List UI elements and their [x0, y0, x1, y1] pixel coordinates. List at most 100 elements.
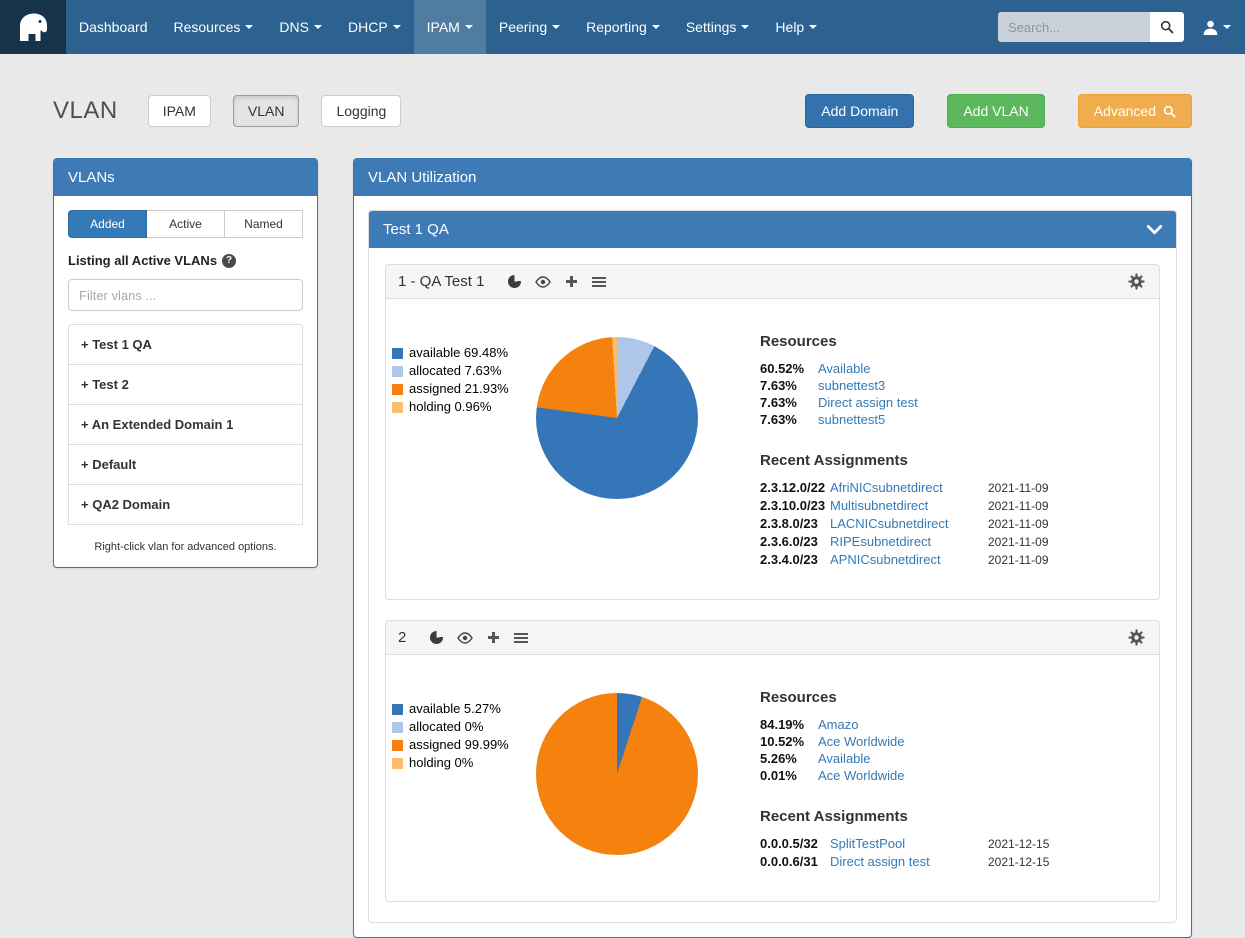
- pie-chart-icon[interactable]: [430, 631, 443, 644]
- assignment-row: 2.3.8.0/23 LACNICsubnetdirect 2021-11-09: [760, 515, 1049, 533]
- caret-down-icon: [314, 25, 322, 29]
- resource-row: 0.01% Ace Worldwide: [760, 767, 1049, 784]
- vlan-view-button[interactable]: Named: [224, 210, 303, 238]
- eye-icon[interactable]: [535, 276, 551, 288]
- view-tab-button[interactable]: VLAN: [233, 95, 300, 127]
- legend-item: available 5.27%: [392, 701, 528, 717]
- resource-row: 60.52% Available: [760, 360, 1049, 377]
- utilization-pie-chart[interactable]: [536, 693, 698, 855]
- assignment-cidr: 2.3.4.0/23: [760, 551, 830, 569]
- vlan-list-item[interactable]: + Default: [68, 444, 303, 485]
- assignment-link[interactable]: Direct assign test: [830, 853, 988, 871]
- resource-link[interactable]: subnettest3: [818, 377, 885, 394]
- legend-label: available 69.48%: [409, 345, 508, 361]
- action-button[interactable]: Add VLAN: [947, 94, 1044, 128]
- resource-link[interactable]: Available: [818, 750, 871, 767]
- assignment-link[interactable]: RIPEsubnetdirect: [830, 533, 988, 551]
- nav-menu-item[interactable]: Resources: [161, 0, 267, 54]
- caret-down-icon: [1223, 25, 1231, 29]
- caret-down-icon: [552, 25, 560, 29]
- legend-item: holding 0.96%: [392, 399, 528, 415]
- vlan-list: + Test 1 QA + Test 2 + An Extended Domai…: [68, 324, 303, 525]
- assignment-link[interactable]: Multisubnetdirect: [830, 497, 988, 515]
- top-navbar: Dashboard Resources DNS DHCP IPAM Peerin…: [0, 0, 1245, 54]
- eye-icon[interactable]: [457, 632, 473, 644]
- legend-item: available 69.48%: [392, 345, 528, 361]
- nav-menu-item[interactable]: DNS: [266, 0, 335, 54]
- nav-menu-item[interactable]: Settings: [673, 0, 763, 54]
- resource-link[interactable]: Direct assign test: [818, 394, 918, 411]
- action-button-label: Advanced: [1094, 103, 1156, 119]
- legend-swatch: [392, 402, 403, 413]
- vlan-list-item[interactable]: + An Extended Domain 1: [68, 404, 303, 445]
- assignment-date: 2021-11-09: [988, 515, 1049, 533]
- assignment-date: 2021-11-09: [988, 497, 1049, 515]
- gear-icon[interactable]: [1128, 273, 1145, 290]
- plus-icon[interactable]: [487, 631, 500, 644]
- nav-menu-item[interactable]: Help: [762, 0, 830, 54]
- action-button[interactable]: Advanced: [1078, 94, 1192, 128]
- nav-menu-item[interactable]: DHCP: [335, 0, 414, 54]
- resource-percent: 84.19%: [760, 716, 818, 733]
- nav-menu-item[interactable]: IPAM: [414, 0, 486, 54]
- user-menu[interactable]: [1202, 19, 1231, 36]
- vlan-list-item[interactable]: + Test 2: [68, 364, 303, 405]
- legend-item: allocated 7.63%: [392, 363, 528, 379]
- page-title: VLAN: [53, 97, 118, 125]
- resource-link[interactable]: Available: [818, 360, 871, 377]
- pie-chart-icon[interactable]: [508, 275, 521, 288]
- utilization-pie-chart[interactable]: [536, 337, 698, 499]
- caret-down-icon: [652, 25, 660, 29]
- resource-row: 7.63% Direct assign test: [760, 394, 1049, 411]
- resource-row: 7.63% subnettest3: [760, 377, 1049, 394]
- legend-item: allocated 0%: [392, 719, 528, 735]
- vlan-list-item[interactable]: + Test 1 QA: [68, 324, 303, 365]
- caret-down-icon: [465, 25, 473, 29]
- global-search: [998, 12, 1184, 42]
- nav-menu-item[interactable]: Peering: [486, 0, 573, 54]
- vlan-view-button-group: Added Active Named: [68, 210, 303, 238]
- resource-link[interactable]: Amazo: [818, 716, 858, 733]
- assignment-link[interactable]: LACNICsubnetdirect: [830, 515, 988, 533]
- resource-link[interactable]: Ace Worldwide: [818, 767, 904, 784]
- view-tab-button[interactable]: Logging: [321, 95, 401, 127]
- resource-link[interactable]: subnettest5: [818, 411, 885, 428]
- section-body: available 5.27% allocated 0%: [385, 655, 1160, 902]
- assignment-link[interactable]: AfriNICsubnetdirect: [830, 479, 988, 497]
- nav-item-label: DHCP: [348, 19, 388, 35]
- vlan-view-button[interactable]: Active: [146, 210, 225, 238]
- legend-label: assigned 99.99%: [409, 737, 509, 753]
- nav-menu-item[interactable]: Dashboard: [66, 0, 161, 54]
- chevron-down-icon[interactable]: [1147, 225, 1162, 235]
- gear-icon[interactable]: [1128, 629, 1145, 646]
- assignment-date: 2021-11-09: [988, 533, 1049, 551]
- caret-down-icon: [393, 25, 401, 29]
- nav-menu-item[interactable]: Reporting: [573, 0, 673, 54]
- vlan-filter-input[interactable]: [68, 279, 303, 311]
- legend-swatch: [392, 740, 403, 751]
- nav-item-label: Settings: [686, 19, 737, 35]
- search-button[interactable]: [1150, 12, 1184, 42]
- vlan-list-item[interactable]: + QA2 Domain: [68, 484, 303, 525]
- legend-swatch: [392, 758, 403, 769]
- menu-icon[interactable]: [592, 276, 606, 288]
- plus-icon[interactable]: [565, 275, 578, 288]
- resource-percent: 60.52%: [760, 360, 818, 377]
- assignment-link[interactable]: APNICsubnetdirect: [830, 551, 988, 569]
- assignment-cidr: 2.3.12.0/22: [760, 479, 830, 497]
- assignment-cidr: 0.0.0.6/31: [760, 853, 830, 871]
- vlan-group-header[interactable]: Test 1 QA: [369, 211, 1176, 248]
- menu-icon[interactable]: [514, 632, 528, 644]
- resource-link[interactable]: Ace Worldwide: [818, 733, 904, 750]
- resource-row: 10.52% Ace Worldwide: [760, 733, 1049, 750]
- section-details: Resources 60.52% Available 7.63%: [760, 333, 1049, 569]
- app-logo[interactable]: [0, 0, 66, 54]
- help-icon[interactable]: ?: [222, 254, 236, 268]
- assignment-link[interactable]: SplitTestPool: [830, 835, 988, 853]
- search-input[interactable]: [998, 12, 1150, 42]
- view-tab-button[interactable]: IPAM: [148, 95, 211, 127]
- action-button[interactable]: Add Domain: [805, 94, 914, 128]
- legend-label: available 5.27%: [409, 701, 501, 717]
- vlan-view-button[interactable]: Added: [68, 210, 147, 238]
- legend-item: holding 0%: [392, 755, 528, 771]
